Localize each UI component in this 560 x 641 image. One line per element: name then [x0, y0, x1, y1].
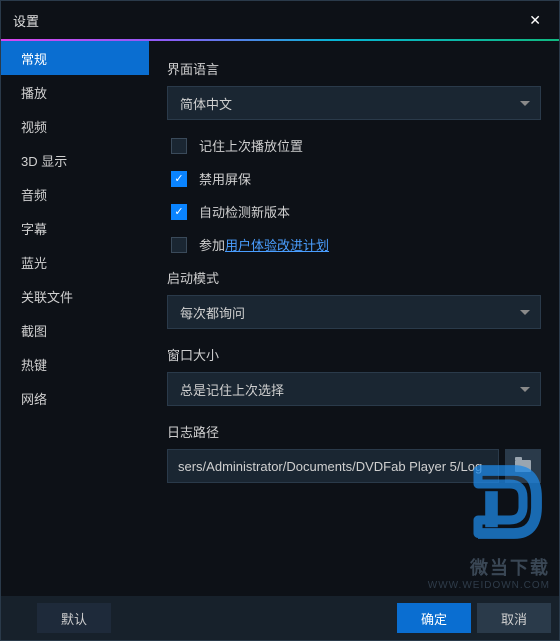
chevron-down-icon [520, 101, 530, 106]
remember-position-row[interactable]: 记住上次播放位置 [167, 136, 541, 155]
launch-mode-select[interactable]: 每次都询问 [167, 295, 541, 329]
log-path-input[interactable]: sers/Administrator/Documents/DVDFab Play… [167, 449, 499, 483]
browse-button[interactable] [505, 449, 541, 483]
log-path-label: 日志路径 [167, 422, 541, 441]
launch-mode-value: 每次都询问 [180, 303, 245, 322]
ux-program-row[interactable]: 参加 用户体验改进计划 [167, 235, 541, 254]
ux-link[interactable]: 用户体验改进计划 [225, 235, 329, 254]
language-label: 界面语言 [167, 59, 541, 78]
launch-mode-label: 启动模式 [167, 268, 541, 287]
sidebar: 常规 播放 视频 3D 显示 音频 字幕 蓝光 关联文件 截图 热键 网络 [1, 41, 149, 596]
close-icon[interactable]: ✕ [523, 8, 547, 33]
update-label: 自动检测新版本 [199, 202, 290, 221]
checkbox-ux[interactable] [171, 237, 187, 253]
remember-label: 记住上次播放位置 [199, 136, 303, 155]
chevron-down-icon [520, 387, 530, 392]
auto-update-row[interactable]: 自动检测新版本 [167, 202, 541, 221]
cancel-button[interactable]: 取消 [477, 603, 551, 633]
window-size-select[interactable]: 总是记住上次选择 [167, 372, 541, 406]
language-value: 简体中文 [180, 94, 232, 113]
titlebar: 设置 ✕ [1, 1, 559, 39]
sidebar-item-hotkey[interactable]: 热键 [1, 347, 149, 381]
default-button[interactable]: 默认 [37, 603, 111, 633]
window-title: 设置 [13, 11, 39, 30]
sidebar-item-audio[interactable]: 音频 [1, 177, 149, 211]
sidebar-item-network[interactable]: 网络 [1, 381, 149, 415]
sidebar-item-3d[interactable]: 3D 显示 [1, 143, 149, 177]
sidebar-item-bluray[interactable]: 蓝光 [1, 245, 149, 279]
sidebar-item-general[interactable]: 常规 [1, 41, 149, 75]
sidebar-item-associate[interactable]: 关联文件 [1, 279, 149, 313]
checkbox-remember[interactable] [171, 138, 187, 154]
window-size-value: 总是记住上次选择 [180, 380, 284, 399]
ok-button[interactable]: 确定 [397, 603, 471, 633]
window-size-label: 窗口大小 [167, 345, 541, 364]
sidebar-item-screenshot[interactable]: 截图 [1, 313, 149, 347]
sidebar-item-subtitle[interactable]: 字幕 [1, 211, 149, 245]
disable-screensaver-row[interactable]: 禁用屏保 [167, 169, 541, 188]
checkbox-update[interactable] [171, 204, 187, 220]
ux-prefix: 参加 [199, 235, 225, 254]
sidebar-item-video[interactable]: 视频 [1, 109, 149, 143]
sidebar-item-playback[interactable]: 播放 [1, 75, 149, 109]
log-path-value: sers/Administrator/Documents/DVDFab Play… [178, 459, 482, 474]
chevron-down-icon [520, 310, 530, 315]
folder-icon [515, 460, 531, 472]
screensaver-label: 禁用屏保 [199, 169, 251, 188]
main-panel: 界面语言 简体中文 记住上次播放位置 禁用屏保 自动检测新版本 参加 用户体验改… [149, 41, 559, 596]
language-select[interactable]: 简体中文 [167, 86, 541, 120]
checkbox-screensaver[interactable] [171, 171, 187, 187]
footer: 默认 确定 取消 [1, 596, 559, 640]
